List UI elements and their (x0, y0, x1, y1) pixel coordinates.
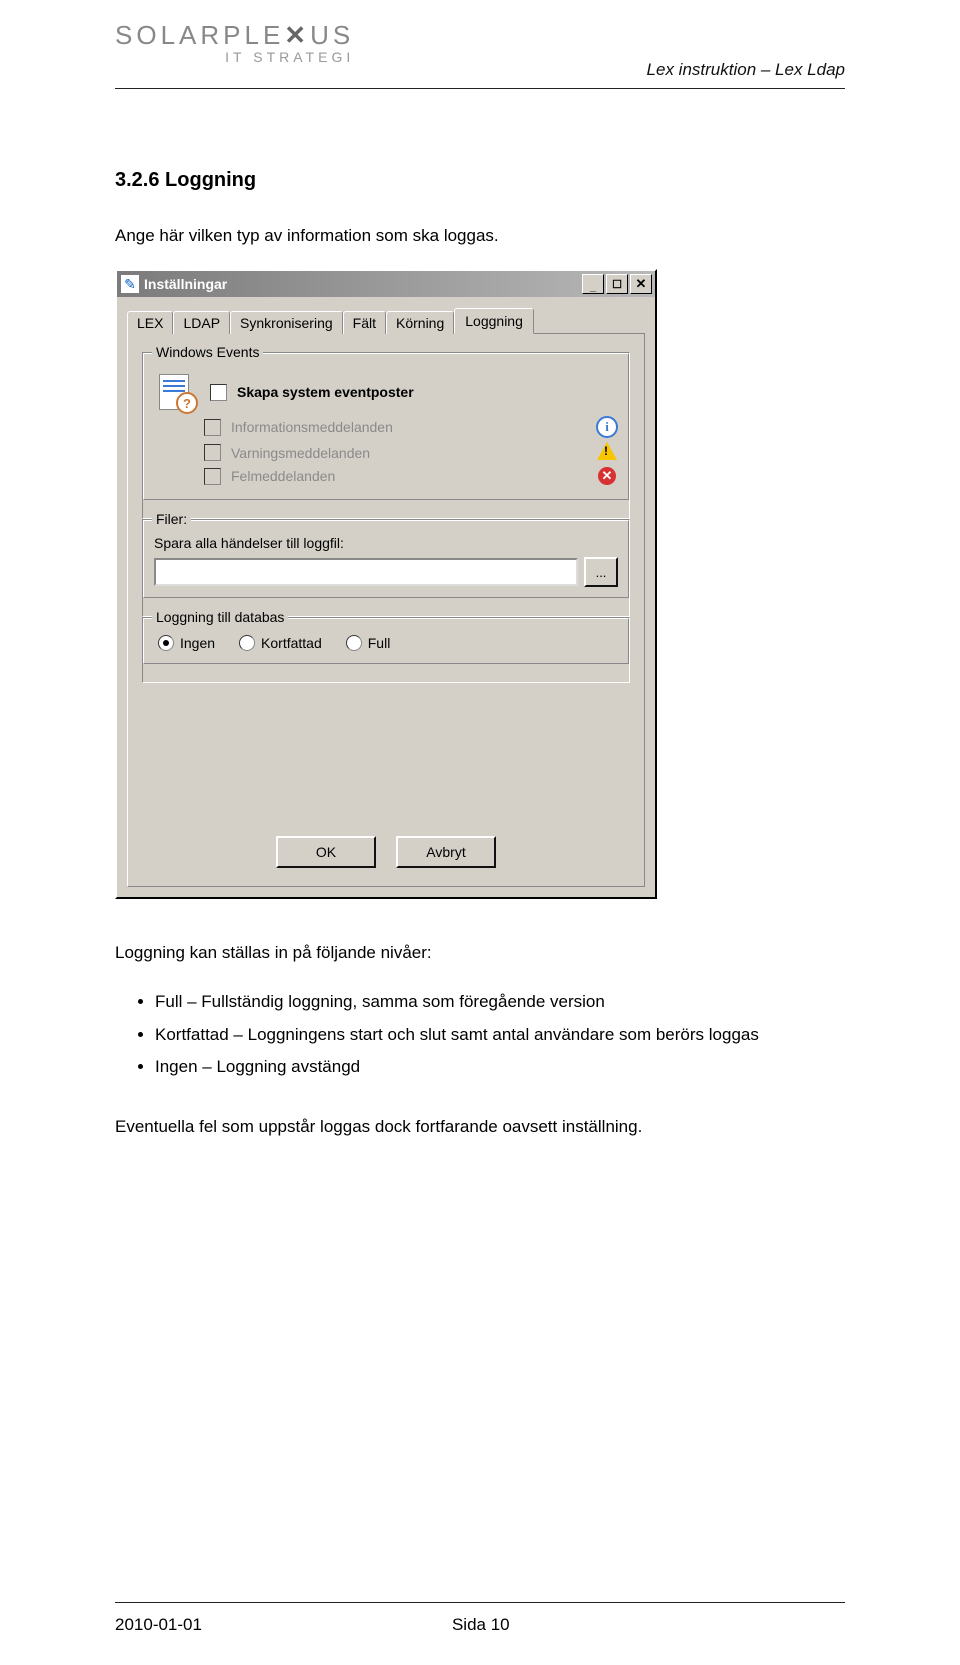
group-legend-files: Filer: (152, 511, 191, 527)
logfile-input[interactable] (154, 558, 578, 586)
tab-falt[interactable]: Fält (343, 311, 386, 334)
closing-text: Eventuella fel som uppstår loggas dock f… (115, 1113, 845, 1140)
error-icon: ✕ (596, 467, 618, 485)
ok-button[interactable]: OK (276, 836, 376, 868)
tab-ldap[interactable]: LDAP (173, 311, 230, 334)
tab-lex[interactable]: LEX (127, 311, 173, 334)
settings-dialog: ✎ Inställningar _ ☐ ✕ LEX LDAP Synkronis… (115, 269, 657, 899)
doc-title: Lex instruktion – Lex Ldap (647, 60, 845, 80)
tab-panel: Windows Events ? Skapa system eventposte… (127, 334, 645, 887)
app-icon: ✎ (121, 275, 139, 293)
radio-dot-ingen (158, 635, 174, 651)
logo: SOLARPLE ✕ US IT STRATEGI (115, 20, 354, 65)
label-logfile: Spara alla händelser till loggfil: (154, 535, 618, 551)
logo-text-a: SOLARPLE (115, 20, 284, 51)
maximize-button[interactable]: ☐ (606, 274, 628, 294)
list-item: Full – Fullständig loggning, samma som f… (155, 986, 845, 1018)
footer-page: Sida 10 (452, 1615, 510, 1635)
warning-icon (596, 442, 618, 463)
logo-cross-icon: ✕ (284, 20, 310, 51)
radio-full[interactable]: Full (346, 635, 391, 651)
eventlog-icon: ? (154, 372, 194, 412)
label-err: Felmeddelanden (231, 468, 335, 484)
window-title: Inställningar (144, 276, 582, 292)
radio-label-ingen: Ingen (180, 635, 215, 651)
radio-label-kortfattad: Kortfattad (261, 635, 322, 651)
after-text: Loggning kan ställas in på följande nivå… (115, 939, 845, 966)
list-item: Kortfattad – Loggningens start och slut … (155, 1019, 845, 1051)
tab-sync[interactable]: Synkronisering (230, 311, 343, 334)
footer-date: 2010-01-01 (115, 1615, 202, 1635)
checkbox-create-events[interactable] (210, 384, 227, 401)
label-info: Informationsmeddelanden (231, 419, 393, 435)
logo-subtitle: IT STRATEGI (225, 49, 354, 65)
group-legend-db: Loggning till databas (152, 609, 288, 625)
section-heading: 3.2.6 Loggning (115, 169, 845, 192)
bullet-list: Full – Fullständig loggning, samma som f… (115, 986, 845, 1083)
logo-text-b: US (310, 20, 354, 51)
checkbox-err[interactable] (204, 468, 221, 485)
radio-kortfattad[interactable]: Kortfattad (239, 635, 322, 651)
label-create-events: Skapa system eventposter (237, 384, 414, 400)
tab-korning[interactable]: Körning (386, 311, 454, 334)
radio-label-full: Full (368, 635, 391, 651)
cancel-button[interactable]: Avbryt (396, 836, 496, 868)
label-warn: Varningsmeddelanden (231, 445, 370, 461)
browse-button[interactable]: ... (584, 557, 618, 587)
tab-bar: LEX LDAP Synkronisering Fält Körning Log… (127, 307, 645, 334)
tab-loggning[interactable]: Loggning (454, 308, 534, 334)
footer-divider (115, 1602, 845, 1603)
titlebar: ✎ Inställningar _ ☐ ✕ (117, 271, 655, 297)
footer: 2010-01-01 Sida 10 (115, 1594, 845, 1635)
radio-dot-full (346, 635, 362, 651)
group-files: Filer: Spara alla händelser till loggfil… (143, 520, 629, 598)
minimize-button[interactable]: _ (582, 274, 604, 294)
radio-ingen[interactable]: Ingen (158, 635, 215, 651)
header-divider (115, 88, 845, 89)
checkbox-warn[interactable] (204, 444, 221, 461)
close-button[interactable]: ✕ (630, 274, 652, 294)
intro-text: Ange här vilken typ av information som s… (115, 222, 845, 249)
list-item: Ingen – Loggning avstängd (155, 1051, 845, 1083)
group-windows-events: Windows Events ? Skapa system eventposte… (143, 353, 629, 500)
checkbox-info[interactable] (204, 419, 221, 436)
group-database-logging: Loggning till databas Ingen Kortfattad (143, 618, 629, 664)
radio-dot-kortfattad (239, 635, 255, 651)
group-legend-events: Windows Events (152, 344, 263, 360)
info-icon: i (596, 416, 618, 438)
